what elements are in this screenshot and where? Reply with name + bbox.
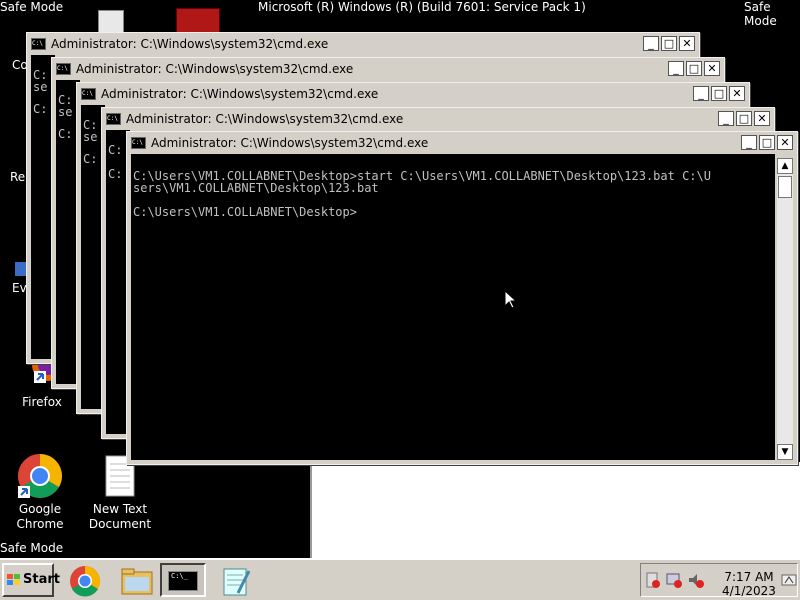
maximize-button[interactable]: □ bbox=[736, 111, 752, 126]
clock[interactable]: 7:17 AM 4/1/2023 bbox=[717, 570, 781, 598]
cmd-window-2-title: Administrator: C:\Windows\system32\cmd.e… bbox=[76, 62, 354, 76]
close-button[interactable]: ✕ bbox=[679, 36, 695, 51]
console-text: se bbox=[83, 130, 98, 144]
cmd-window-2-titlebar[interactable]: C:\ Administrator: C:\Windows\system32\c… bbox=[54, 60, 722, 78]
console-text: se bbox=[33, 80, 48, 94]
cmd-icon: C:\ bbox=[31, 38, 46, 50]
desktop-icon-text-document-label-1: New Text bbox=[92, 502, 148, 516]
mouse-cursor-icon bbox=[505, 291, 517, 309]
clock-date: 4/1/2023 bbox=[722, 584, 776, 598]
desktop-icon-recycle-label[interactable]: Re bbox=[10, 170, 25, 184]
taskbar-explorer-button[interactable] bbox=[114, 563, 160, 597]
safe-mode-top-right: Safe Mode bbox=[744, 0, 777, 28]
system-tray: 7:17 AM 4/1/2023 bbox=[640, 563, 798, 598]
maximize-button[interactable]: □ bbox=[711, 86, 727, 101]
cmd-window-1-titlebar[interactable]: C:\ Administrator: C:\Windows\system32\c… bbox=[29, 35, 697, 53]
cmd-icon: C:\ bbox=[56, 63, 71, 75]
desktop-icon-text-document-label-2: Document bbox=[88, 517, 152, 531]
start-label: Start bbox=[23, 572, 60, 587]
cmd-icon: C:\ bbox=[131, 137, 146, 149]
taskbar: Start C:\_ 7:17 AM 4/1/2023 bbox=[0, 558, 800, 600]
taskbar-chrome-button[interactable] bbox=[62, 563, 108, 597]
desktop-icon-chrome-label-1: Google bbox=[18, 502, 62, 516]
console-text: C: bbox=[58, 127, 73, 141]
console-line: sers\VM1.COLLABNET\Desktop\123.bat bbox=[133, 181, 379, 195]
minimize-button[interactable]: _ bbox=[718, 111, 734, 126]
console-text: C: bbox=[108, 167, 123, 181]
cmd-window-3-title: Administrator: C:\Windows\system32\cmd.e… bbox=[101, 87, 379, 101]
safe-mode-top-left: Safe Mode bbox=[0, 0, 64, 14]
console-text: C: bbox=[33, 102, 48, 116]
desktop-icon-firefox-label: Firefox bbox=[22, 395, 62, 409]
close-button[interactable]: ✕ bbox=[729, 86, 745, 101]
cmd-icon: C:\ bbox=[106, 113, 121, 125]
background-window-area bbox=[310, 462, 800, 558]
console-text: C: bbox=[108, 143, 123, 157]
minimize-button[interactable]: _ bbox=[741, 135, 757, 150]
chrome-icon bbox=[70, 566, 101, 597]
clock-time: 7:17 AM bbox=[724, 570, 774, 584]
desktop-icon-chrome[interactable]: Google Chrome bbox=[0, 452, 82, 532]
os-build-title: Microsoft (R) Windows (R) (Build 7601: S… bbox=[258, 0, 586, 14]
minimize-button[interactable]: _ bbox=[668, 61, 684, 76]
cmd-window-active-title: Administrator: C:\Windows\system32\cmd.e… bbox=[151, 136, 429, 150]
maximize-button[interactable]: □ bbox=[686, 61, 702, 76]
cmd-console-output[interactable]: C:\Users\VM1.COLLABNET\Desktop>start C:\… bbox=[131, 154, 775, 460]
desktop-icon-event-label[interactable]: Ev bbox=[12, 281, 27, 295]
cmd-window-4-title: Administrator: C:\Windows\system32\cmd.e… bbox=[126, 112, 404, 126]
minimize-button[interactable]: _ bbox=[693, 86, 709, 101]
folder-icon bbox=[121, 568, 153, 595]
desktop-icon-chrome-label-2: Chrome bbox=[16, 517, 64, 531]
cmd-window-active-titlebar[interactable]: C:\ Administrator: C:\Windows\system32\c… bbox=[129, 134, 795, 152]
language-icon[interactable] bbox=[781, 572, 797, 588]
console-text: C: bbox=[83, 152, 98, 166]
cmd-window-active[interactable]: C:\ Administrator: C:\Windows\system32\c… bbox=[126, 131, 798, 465]
flag-alert-icon bbox=[646, 572, 660, 588]
console-prompt: C:\Users\VM1.COLLABNET\Desktop> bbox=[133, 205, 357, 219]
close-button[interactable]: ✕ bbox=[704, 61, 720, 76]
start-button[interactable]: Start bbox=[2, 563, 60, 597]
cmd-window-1-title: Administrator: C:\Windows\system32\cmd.e… bbox=[51, 37, 329, 51]
safe-mode-bottom-left: Safe Mode bbox=[0, 541, 64, 555]
vertical-scrollbar[interactable]: ▲ ▼ bbox=[777, 158, 793, 460]
taskbar-cmd-button[interactable]: C:\_ bbox=[160, 563, 206, 597]
volume-muted-icon bbox=[689, 574, 704, 588]
network-icon[interactable] bbox=[98, 10, 124, 34]
scroll-down-button[interactable]: ▼ bbox=[777, 444, 793, 460]
winrar-icon[interactable] bbox=[176, 8, 220, 34]
close-button[interactable]: ✕ bbox=[754, 111, 770, 126]
chrome-icon bbox=[16, 452, 64, 500]
windows-flag-icon bbox=[7, 574, 20, 585]
cmd-icon: C:\_ bbox=[168, 571, 198, 591]
scroll-thumb[interactable] bbox=[778, 176, 792, 198]
minimize-button[interactable]: _ bbox=[643, 36, 659, 51]
scroll-up-button[interactable]: ▲ bbox=[777, 158, 793, 174]
notepad-icon bbox=[223, 568, 251, 596]
console-text: se bbox=[58, 105, 73, 119]
maximize-button[interactable]: □ bbox=[661, 36, 677, 51]
tray-icons bbox=[646, 572, 704, 588]
cmd-window-4-titlebar[interactable]: C:\ Administrator: C:\Windows\system32\c… bbox=[104, 110, 772, 128]
cmd-icon: C:\ bbox=[81, 88, 96, 100]
network-alert-icon bbox=[666, 573, 682, 588]
close-button[interactable]: ✕ bbox=[777, 135, 793, 150]
cmd-window-3-titlebar[interactable]: C:\ Administrator: C:\Windows\system32\c… bbox=[79, 85, 747, 103]
maximize-button[interactable]: □ bbox=[759, 135, 775, 150]
taskbar-notepad-button[interactable] bbox=[212, 563, 258, 597]
